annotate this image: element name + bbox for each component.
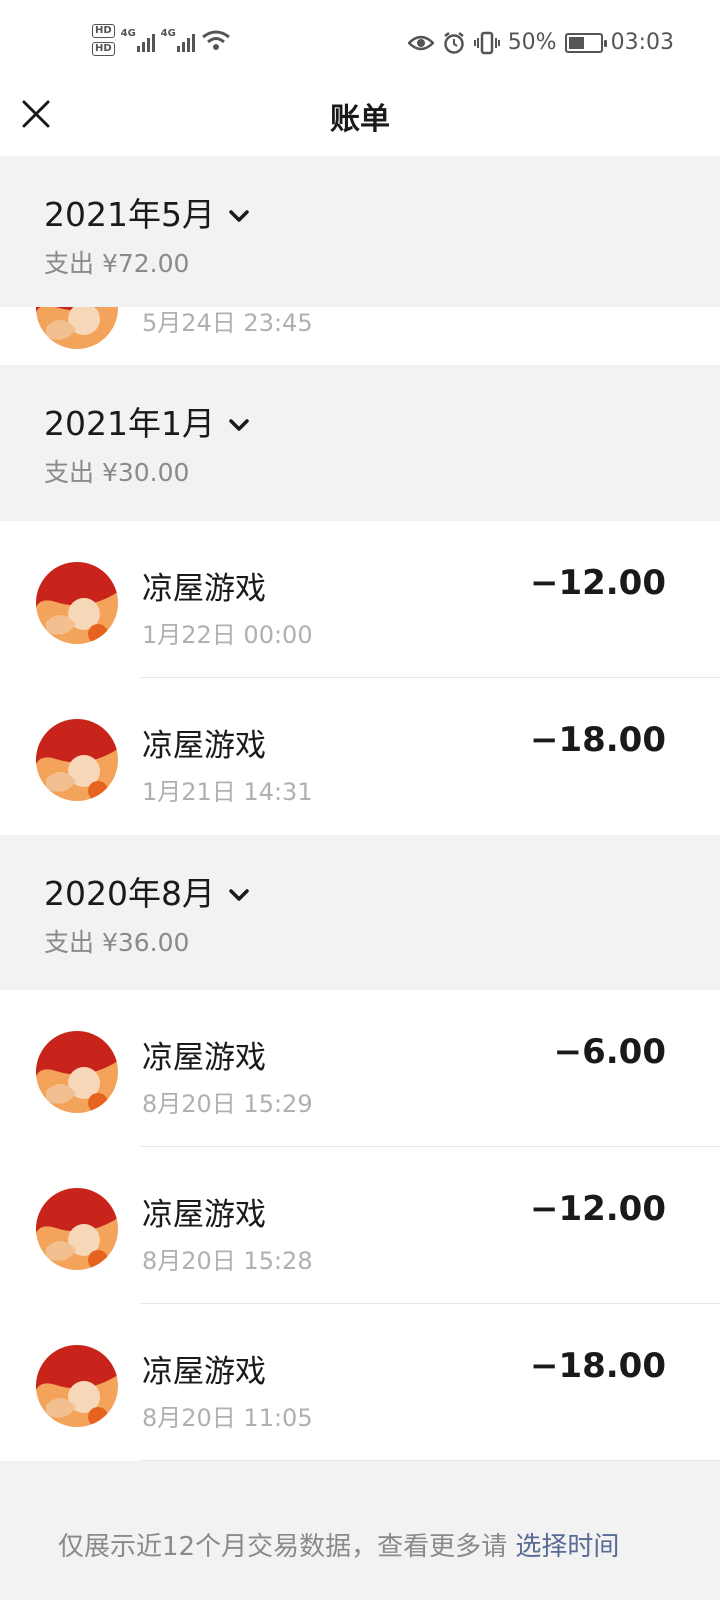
merchant-name: 凉屋游戏	[142, 728, 266, 764]
footer-text: 仅展示近12个月交易数据，查看更多请 选择时间	[58, 1526, 619, 1563]
month-expense-total: 支出 ¥30.00	[44, 458, 190, 487]
transaction-amount: −12.00	[529, 563, 666, 603]
chevron-down-icon	[229, 419, 249, 431]
transaction-row[interactable]: 凉屋游戏 1月21日 14:31 −18.00	[0, 678, 720, 835]
battery-icon	[564, 32, 607, 53]
merchant-name: 凉屋游戏	[142, 1040, 266, 1076]
transaction-time: 8月20日 15:28	[142, 1247, 313, 1275]
nav-header: 账单	[0, 86, 720, 156]
transaction-row[interactable]: 凉屋游戏 8月20日 15:28 −12.00	[0, 1147, 720, 1304]
transaction-time: 1月21日 14:31	[142, 778, 313, 806]
merchant-name: 凉屋游戏	[142, 1354, 266, 1390]
chevron-down-icon	[229, 210, 249, 222]
transaction-amount: −18.00	[529, 1346, 666, 1386]
select-time-link[interactable]: 选择时间	[515, 1532, 619, 1562]
month-header-2021-05: 2021年5月 支出 ¥72.00	[0, 156, 720, 307]
transaction-time: 5月24日 23:45	[142, 309, 313, 337]
eye-icon	[407, 35, 434, 50]
transaction-time: 8月20日 11:05	[142, 1404, 313, 1432]
row-divider	[140, 1460, 720, 1461]
footer-notice: 仅展示近12个月交易数据，查看更多请 选择时间	[0, 1462, 720, 1600]
month-expense-total: 支出 ¥36.00	[44, 928, 190, 957]
transaction-time: 8月20日 15:29	[142, 1090, 313, 1118]
network-type-label: 4G	[160, 28, 176, 39]
status-bar: HD HD 4G 4G 50% 03:03	[0, 0, 720, 86]
page-title: 账单	[330, 102, 390, 137]
signal-icon-sim2: 4G	[161, 28, 195, 52]
transaction-amount: −12.00	[529, 1189, 666, 1229]
status-right: 50% 03:03	[407, 30, 674, 55]
network-type-label: 4G	[120, 28, 136, 39]
transaction-amount: −18.00	[529, 720, 666, 760]
chevron-down-icon	[229, 889, 249, 901]
merchant-avatar	[36, 1345, 118, 1427]
signal-icon-sim1: 4G	[121, 28, 155, 52]
footer-message: 仅展示近12个月交易数据，查看更多请	[58, 1532, 516, 1562]
wifi-icon	[201, 30, 230, 50]
merchant-name: 凉屋游戏	[142, 571, 266, 607]
clock: 03:03	[610, 30, 674, 55]
transaction-row[interactable]: 凉屋游戏 1月22日 00:00 −12.00	[0, 521, 720, 678]
month-selector[interactable]: 2020年8月	[44, 867, 251, 915]
merchant-avatar	[36, 1031, 118, 1113]
month-expense-total: 支出 ¥72.00	[44, 249, 190, 278]
month-label: 2021年1月	[44, 404, 215, 443]
month-selector[interactable]: 2021年1月	[44, 397, 251, 445]
merchant-avatar	[36, 719, 118, 801]
transaction-row[interactable]: 凉屋游戏 8月20日 15:29 −6.00	[0, 990, 720, 1147]
transaction-row-partial[interactable]: 5月24日 23:45	[0, 307, 720, 365]
transaction-amount: −6.00	[553, 1032, 666, 1072]
vibrate-icon	[473, 31, 500, 54]
month-header-2021-01: 2021年1月 支出 ¥30.00	[0, 365, 720, 521]
transaction-time: 1月22日 00:00	[142, 621, 313, 649]
merchant-name: 凉屋游戏	[142, 1197, 266, 1233]
battery-level	[568, 36, 584, 49]
month-header-2020-08: 2020年8月 支出 ¥36.00	[0, 835, 720, 990]
hd-icon-sim1: HD	[92, 24, 115, 38]
month-label: 2020年8月	[44, 874, 215, 913]
status-left: HD HD 4G 4G	[92, 24, 231, 56]
merchant-avatar	[36, 307, 118, 349]
month-label: 2021年5月	[44, 195, 215, 234]
merchant-avatar	[36, 562, 118, 644]
hd-indicators: HD HD	[92, 24, 115, 56]
hd-icon-sim2: HD	[92, 42, 115, 56]
merchant-avatar	[36, 1188, 118, 1270]
battery-percent: 50%	[507, 30, 557, 55]
transaction-row[interactable]: 凉屋游戏 8月20日 11:05 −18.00	[0, 1304, 720, 1461]
month-selector[interactable]: 2021年5月	[44, 188, 251, 236]
alarm-icon	[443, 31, 464, 54]
